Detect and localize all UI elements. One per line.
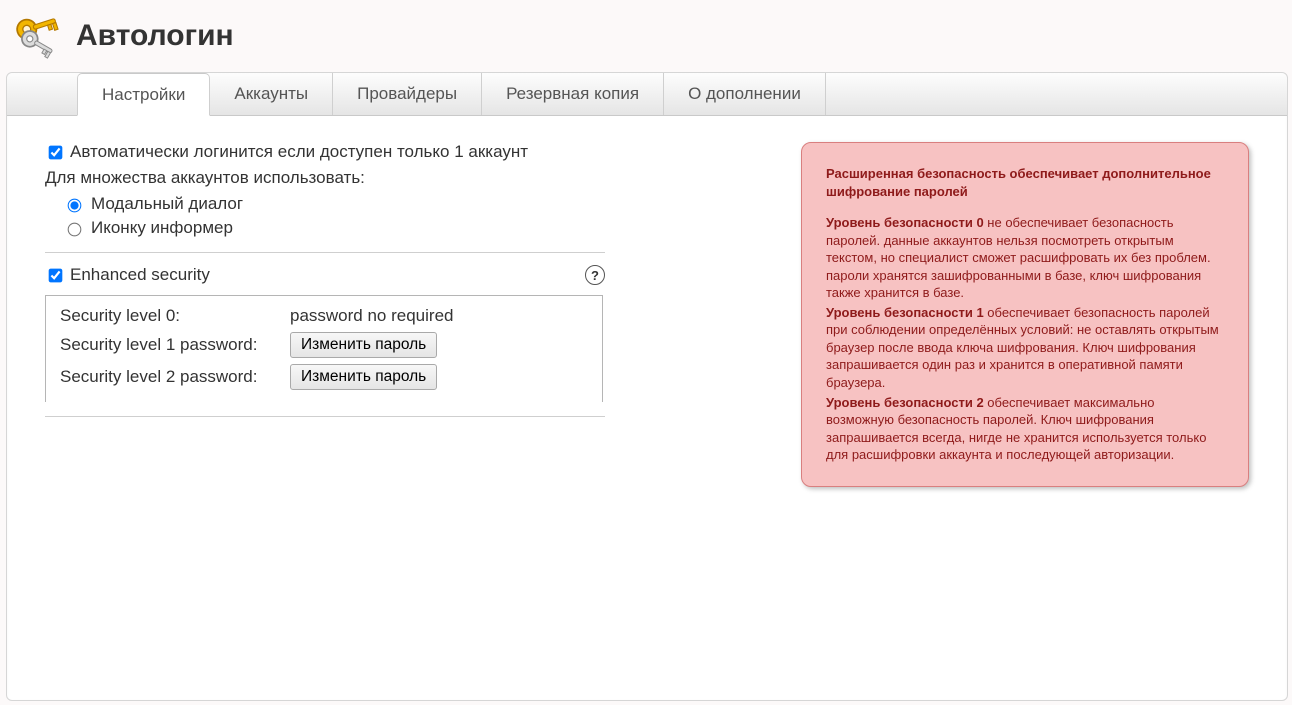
auto-login-single-label: Автоматически логинится если доступен то… [70,142,528,162]
tooltip-level-1: Уровень безопасности 1 обеспечивает безо… [826,304,1226,392]
help-icon[interactable]: ? [585,265,605,285]
multi-account-modal-label: Модальный диалог [91,194,243,214]
tab-providers[interactable]: Провайдеры [333,73,482,115]
enhanced-security-checkbox[interactable] [49,268,63,282]
sec-level-2-change-button[interactable]: Изменить пароль [290,364,437,390]
enhanced-security-label: Enhanced security [70,265,210,285]
tab-backup[interactable]: Резервная копия [482,73,664,115]
sec-level-1-change-button[interactable]: Изменить пароль [290,332,437,358]
sec-level-0-value: password no required [290,306,588,326]
tooltip-level-0: Уровень безопасности 0 не обеспечивает б… [826,214,1226,302]
multi-account-modal-radio[interactable] [68,199,82,213]
multi-account-informer-label: Иконку информер [91,218,233,238]
sec-level-1-label: Security level 1 password: [60,335,290,355]
divider [45,416,605,417]
tooltip-level-2: Уровень безопасности 2 обеспечивает макс… [826,394,1226,464]
sec-level-2-label: Security level 2 password: [60,367,290,387]
divider [45,252,605,253]
auto-login-single-checkbox[interactable] [49,145,63,159]
security-tooltip: Расширенная безопасность обеспечивает до… [801,142,1249,487]
tabbar: Настройки Аккаунты Провайдеры Резервная … [7,73,1287,116]
page-title: Автологин [76,19,234,53]
keys-icon [12,8,68,64]
multi-account-prompt: Для множества аккаунтов использовать: [45,168,605,188]
security-levels-box: Security level 0: password no required S… [45,295,603,402]
multi-account-informer-radio[interactable] [68,223,82,237]
tab-settings[interactable]: Настройки [77,73,210,116]
tab-about[interactable]: О дополнении [664,73,826,115]
tab-accounts[interactable]: Аккаунты [210,73,333,115]
tooltip-intro: Расширенная безопасность обеспечивает до… [826,165,1226,200]
sec-level-0-label: Security level 0: [60,306,290,326]
main-card: Настройки Аккаунты Провайдеры Резервная … [6,72,1288,701]
